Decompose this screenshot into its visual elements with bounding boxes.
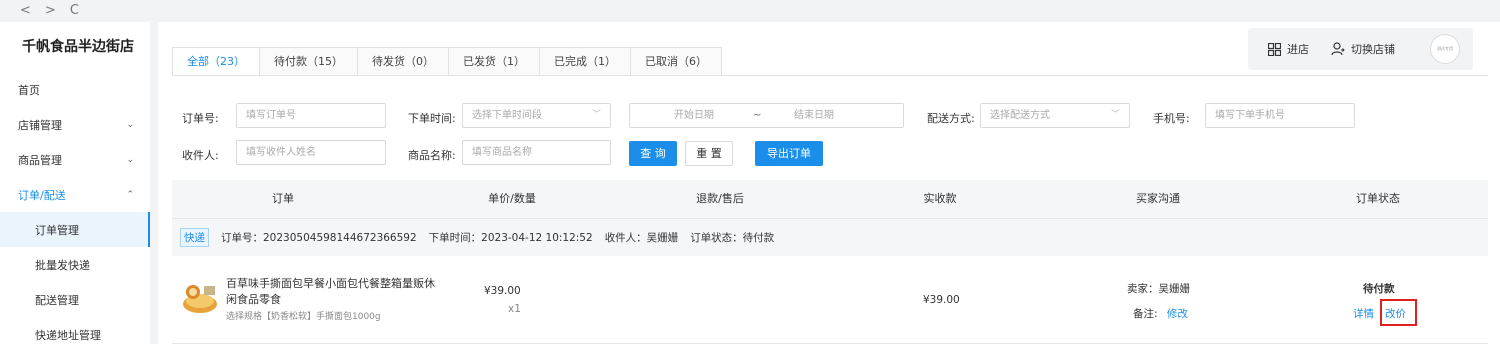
sidebar-item-home[interactable]: 首页 xyxy=(0,72,150,107)
col-order: 订单 xyxy=(272,192,294,205)
unit-price: ¥39.00 xyxy=(484,285,521,297)
order-time-select[interactable]: 选择下单时间段 ﹀ xyxy=(462,103,611,128)
order-time-label: 下单时间: xyxy=(408,112,456,125)
tabs-divider xyxy=(172,75,1488,76)
sidebar-item-label: 订单管理 xyxy=(35,223,79,237)
switch-store-button[interactable]: 切换店铺 xyxy=(1331,41,1395,57)
col-buyer-contact: 买家沟通 xyxy=(1136,192,1180,205)
start-date: 开始日期 xyxy=(674,110,714,121)
order-number: 订单号：2023050459814467236659​2 xyxy=(221,232,417,244)
sidebar-subitem-delivery-management[interactable]: 配送管理 xyxy=(0,282,150,317)
chevron-up-icon: ⌃ xyxy=(126,189,134,200)
col-price-qty: 单价/数量 xyxy=(488,192,536,205)
product-spec: 选择规格【奶香松软】手撕面包1000g xyxy=(226,312,381,322)
order-status-tabs: 全部（23） 待付款（15） 待发货（0） 已发货（1） 已完成（1） 已取消（… xyxy=(172,47,722,76)
sidebar-subitem-order-management[interactable]: 订单管理 xyxy=(0,212,150,247)
sidebar-subitem-batch-express[interactable]: 批量发快递 xyxy=(0,247,150,282)
tab-shipped[interactable]: 已发货（1） xyxy=(448,47,540,76)
product-name-input[interactable]: 填写商品名称 xyxy=(462,140,611,165)
order-status: 待付款 xyxy=(1363,283,1395,295)
product-name[interactable]: 百草味手撕面包早餐小面包代餐整箱量贩休闲食品零食 xyxy=(226,276,436,308)
browser-nav: < > C xyxy=(0,0,150,22)
order-no-input[interactable]: 填写订单号 xyxy=(236,103,386,128)
order-no-label: 订单号: xyxy=(182,112,219,125)
tab-pending-payment[interactable]: 待付款（15） xyxy=(259,47,358,76)
sidebar-item-label: 店铺管理 xyxy=(18,118,62,132)
col-received: 实收款 xyxy=(923,192,957,205)
buyer-note: 备注: 修改 xyxy=(1133,306,1188,321)
order-receiver: 收件人：吴姗姗 xyxy=(604,232,679,244)
store-name: 千帆食品半边街店 xyxy=(22,39,134,55)
date-range-picker[interactable]: 开始日期 ~ 结束日期 xyxy=(629,103,904,128)
tab-pending-shipment[interactable]: 待发货（0） xyxy=(357,47,449,76)
forward-icon[interactable]: > xyxy=(45,0,56,22)
buyer-name: 卖家：吴姗姗 xyxy=(1127,283,1190,295)
product-name-label: 商品名称: xyxy=(408,149,456,162)
receiver-label: 收件人: xyxy=(182,149,219,162)
sidebar: 千帆食品半边街店 首页 店铺管理 ⌄ 商品管理 ⌄ 订单/配送 ⌃ 订单管理 批… xyxy=(0,22,150,344)
sidebar-item-label: 快递地址管理 xyxy=(35,328,101,342)
enter-store-button[interactable]: 进店 xyxy=(1268,41,1309,57)
sidebar-item-label: 首页 xyxy=(18,83,40,97)
main-panel: 全部（23） 待付款（15） 待发货（0） 已发货（1） 已完成（1） 已取消（… xyxy=(158,22,1500,344)
delivery-label: 配送方式: xyxy=(927,112,975,125)
end-date: 结束日期 xyxy=(794,110,834,121)
table-row: 百草味手撕面包早餐小面包代餐整箱量贩休闲食品零食 选择规格【奶香松软】手撕面包1… xyxy=(172,256,1488,344)
phone-input[interactable]: 填写下单手机号 xyxy=(1205,103,1355,128)
chevron-down-icon: ﹀ xyxy=(1110,110,1120,120)
phone-label: 手机号: xyxy=(1153,112,1190,125)
reload-icon[interactable]: C xyxy=(70,0,79,22)
search-button[interactable]: 查 询 xyxy=(629,141,677,166)
tab-completed[interactable]: 已完成（1） xyxy=(539,47,631,76)
chevron-down-icon: ⌄ xyxy=(126,154,134,165)
quantity: x1 xyxy=(508,303,521,315)
order-group-header: 快递 订单号：2023050459814467236659​2 下单时间：202… xyxy=(172,218,1488,256)
sidebar-item-store-management[interactable]: 店铺管理 ⌄ xyxy=(0,107,150,142)
order-status-text: 订单状态：待付款 xyxy=(690,232,775,244)
sidebar-item-label: 批量发快递 xyxy=(35,258,90,272)
chevron-down-icon: ⌄ xyxy=(126,119,134,130)
switch-store-label: 切换店铺 xyxy=(1351,43,1395,56)
order-time-placeholder: 选择下单时间段 xyxy=(472,110,542,121)
grid-icon xyxy=(1268,42,1281,56)
sidebar-item-label: 商品管理 xyxy=(18,153,62,167)
note-label: 备注: xyxy=(1133,308,1158,320)
sidebar-item-product-management[interactable]: 商品管理 ⌄ xyxy=(0,142,150,177)
product-thumbnail[interactable] xyxy=(180,278,220,318)
enter-store-label: 进店 xyxy=(1287,43,1309,56)
ship-type-badge: 快递 xyxy=(180,228,209,247)
edit-note-link[interactable]: 修改 xyxy=(1167,308,1188,320)
sidebar-item-orders-delivery[interactable]: 订单/配送 ⌃ xyxy=(0,177,150,212)
back-icon[interactable]: < xyxy=(20,0,31,22)
sidebar-item-label: 订单/配送 xyxy=(18,188,66,202)
user-switch-icon xyxy=(1331,42,1345,56)
delivery-select[interactable]: 选择配送方式 ﹀ xyxy=(980,103,1130,128)
top-strip xyxy=(158,0,1500,22)
sidebar-item-label: 配送管理 xyxy=(35,293,79,307)
sidebar-subitem-express-address[interactable]: 快递地址管理 xyxy=(0,317,150,344)
reset-button[interactable]: 重 置 xyxy=(685,141,733,166)
delivery-placeholder: 选择配送方式 xyxy=(990,110,1050,121)
col-order-status: 订单状态 xyxy=(1356,192,1400,205)
avatar[interactable]: 测试专用 xyxy=(1430,34,1460,64)
change-price-highlight xyxy=(1380,299,1417,326)
order-time: 下单时间：2023-04-12 10:12:52 xyxy=(428,232,593,244)
date-separator: ~ xyxy=(753,110,762,121)
tab-cancelled[interactable]: 已取消（6） xyxy=(630,47,722,76)
tab-all[interactable]: 全部（23） xyxy=(172,47,260,76)
col-refund: 退款/售后 xyxy=(696,192,744,205)
export-orders-button[interactable]: 导出订单 xyxy=(755,141,823,166)
receiver-input[interactable]: 填写收件人姓名 xyxy=(236,140,386,165)
table-header: 订单 单价/数量 退款/售后 实收款 买家沟通 订单状态 xyxy=(172,180,1488,218)
chevron-down-icon: ﹀ xyxy=(591,110,601,120)
detail-link[interactable]: 详情 xyxy=(1353,306,1374,321)
received-amount: ¥39.00 xyxy=(923,294,960,306)
